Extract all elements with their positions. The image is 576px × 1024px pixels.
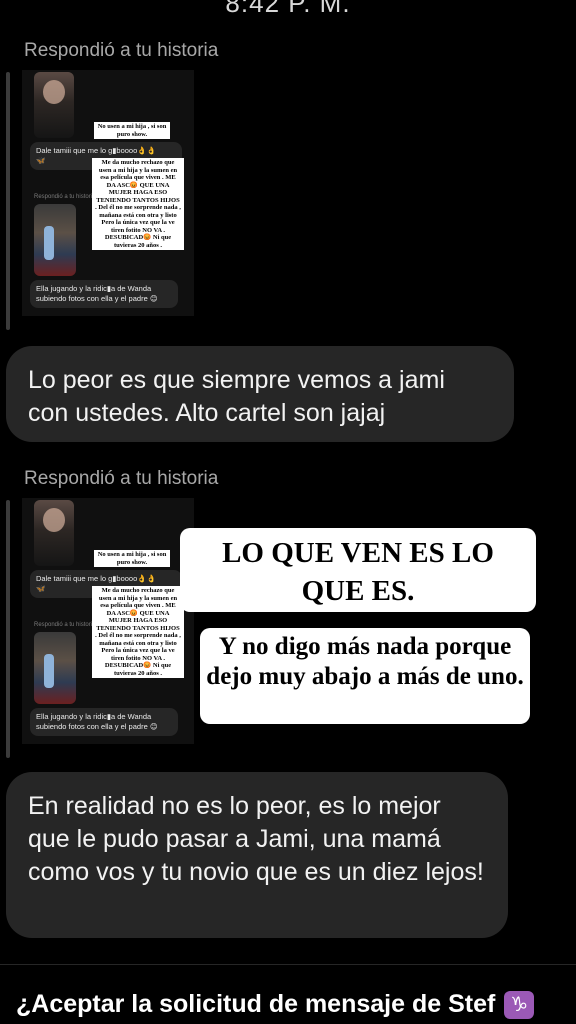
story-comment-2: Ella jugando y la ridic▮a de Wanda subie… [30, 708, 178, 736]
story-replied-small: Respondió a tu historia [34, 622, 96, 628]
quote-bar [6, 72, 10, 330]
message-bubble[interactable]: En realidad no es lo peor, es lo mejor q… [6, 772, 508, 938]
story-avatar-image [34, 500, 74, 566]
message-text: En realidad no es lo peor, es lo mejor q… [28, 792, 484, 886]
message-request-banner: ¿Aceptar la solicitud de mensaje de Stef… [16, 990, 535, 1020]
message-text: Lo peor es que siempre vemos a jami con … [28, 366, 445, 427]
story-note-top: No usen a mi hija , si son puro show. [94, 550, 170, 567]
story-overlay-text-2: Y no digo más nada porque dejo muy abajo… [200, 628, 530, 724]
request-text: ¿Aceptar la solicitud de mensaje de Stef [16, 990, 496, 1018]
story-note-block: Me da mucho rechazo que usen a mi hija y… [92, 158, 184, 250]
story-photo-image [34, 204, 76, 276]
butterfly-sticker-icon: 🦋 [36, 584, 46, 593]
story-photo-image [34, 632, 76, 704]
divider [0, 964, 576, 965]
story-note-top: No usen a mi hija , si son puro show. [94, 122, 170, 139]
story-preview[interactable]: No usen a mi hija , si son puro show. Da… [22, 498, 194, 744]
butterfly-sticker-icon: 🦋 [36, 156, 46, 165]
story-reply-label: Respondió a tu historia [24, 40, 219, 61]
status-time: 8:42 P. M. [225, 0, 351, 18]
story-replied-small: Respondió a tu historia [34, 194, 96, 200]
quote-bar [6, 500, 10, 758]
message-bubble[interactable]: Lo peor es que siempre vemos a jami con … [6, 346, 514, 442]
story-reply-label: Respondió a tu historia [24, 468, 219, 489]
story-comment-2: Ella jugando y la ridic▮a de Wanda subie… [30, 280, 178, 308]
story-note-block: Me da mucho rechazo que usen a mi hija y… [92, 586, 184, 678]
capricorn-icon: ♑ [504, 991, 535, 1020]
story-avatar-image [34, 72, 74, 138]
story-overlay-text-1: LO QUE VEN ES LO QUE ES. [180, 528, 536, 612]
story-preview[interactable]: No usen a mi hija , si son puro show. Da… [22, 70, 194, 316]
